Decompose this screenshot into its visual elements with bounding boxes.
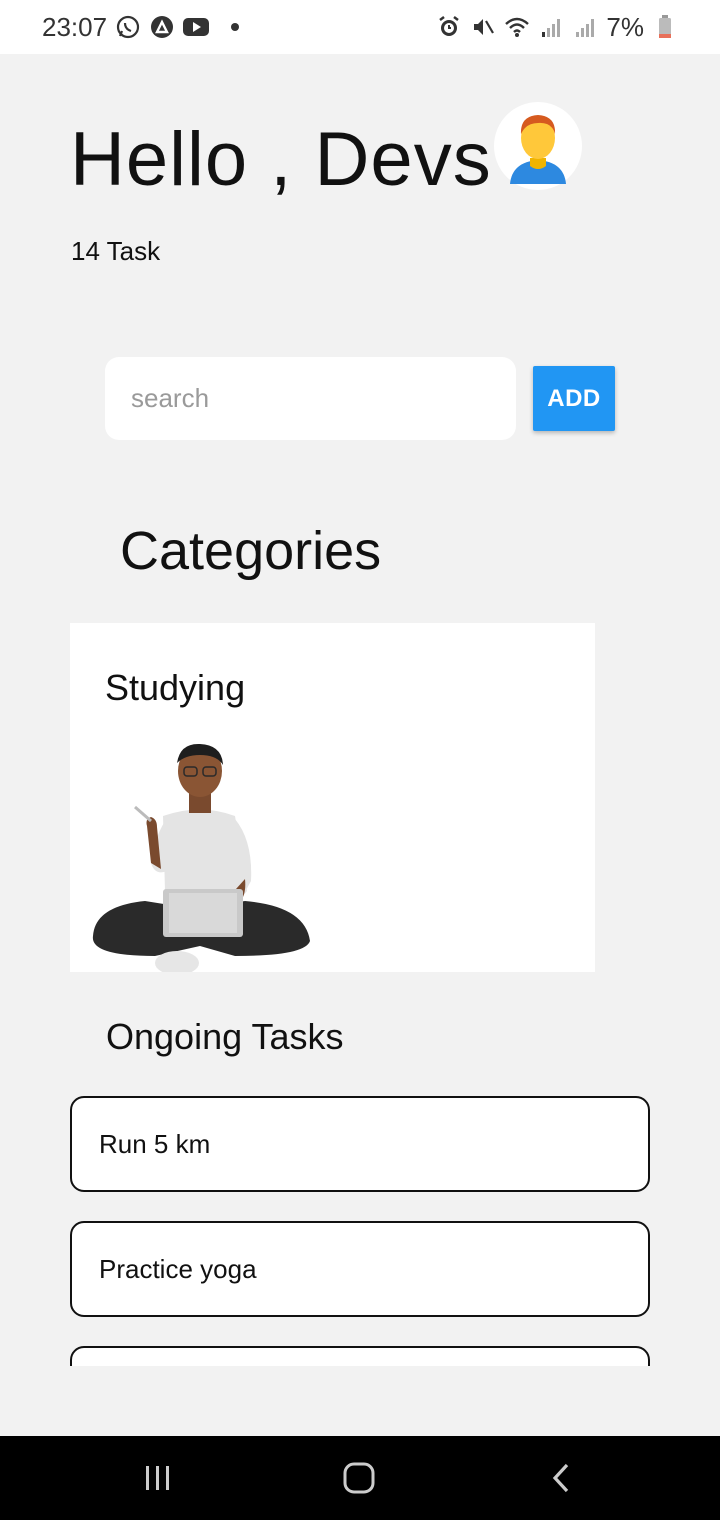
greeting-row: Hello , Devs: [70, 102, 582, 202]
category-label: Studying: [105, 667, 246, 708]
task-list[interactable]: Run 5 km Practice yoga: [70, 1096, 650, 1366]
task-count: 14 Task: [71, 236, 161, 266]
battery-icon: [652, 14, 678, 40]
task-item[interactable]: [70, 1346, 650, 1366]
categories-title: Categories: [120, 521, 382, 581]
search-input[interactable]: [105, 357, 516, 440]
status-bar: 23:07 7%: [0, 0, 720, 54]
wifi-icon: [504, 14, 530, 40]
user-avatar-icon: [493, 102, 582, 190]
task-label: Practice yoga: [99, 1253, 257, 1284]
ongoing-tasks-title: Ongoing Tasks: [106, 1016, 344, 1057]
status-time: 23:07: [42, 11, 108, 42]
task-item[interactable]: Run 5 km: [70, 1096, 650, 1192]
notification-dot-icon: [231, 23, 240, 31]
battery-percent: 7%: [606, 11, 644, 42]
home-icon[interactable]: [339, 1458, 379, 1498]
navigation-bar: [0, 1436, 720, 1520]
add-button[interactable]: ADD: [533, 366, 615, 431]
nearby-share-icon: [149, 14, 175, 40]
task-label: Run 5 km: [99, 1128, 211, 1159]
youtube-icon: [183, 14, 210, 40]
greeting-title: Hello , Devs: [70, 117, 492, 202]
mute-icon: [470, 14, 496, 40]
whatsapp-icon: [115, 14, 141, 40]
signal-icon: [538, 14, 564, 40]
alarm-icon: [436, 14, 462, 40]
back-icon[interactable]: [541, 1458, 581, 1498]
recent-apps-icon[interactable]: [138, 1458, 178, 1498]
category-card-studying[interactable]: Studying: [70, 623, 595, 972]
signal-icon: [572, 14, 598, 40]
task-item[interactable]: Practice yoga: [70, 1221, 650, 1317]
person-with-laptop-illustration: [85, 741, 315, 972]
